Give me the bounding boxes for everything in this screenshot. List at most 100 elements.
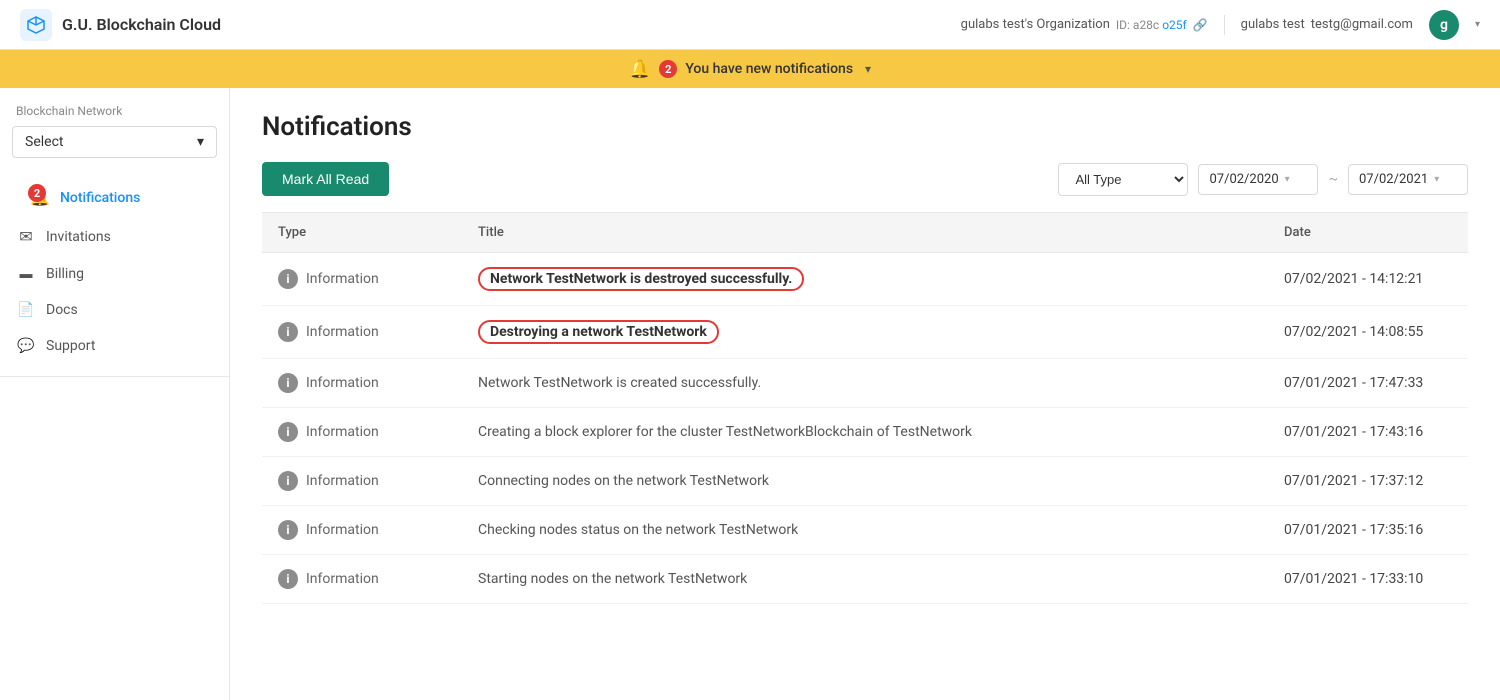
info-icon: i [278,322,298,342]
notification-title-highlighted: Destroying a network TestNetwork [478,320,719,344]
chevron-down-icon[interactable]: ▾ [1475,19,1480,30]
info-icon: i [278,569,298,589]
notification-title: Starting nodes on the network TestNetwor… [478,571,747,587]
info-icon: i [278,422,298,442]
user-name: gulabs test [1241,17,1305,32]
info-icon: i [278,471,298,491]
title-cell: Network TestNetwork is destroyed success… [462,253,1268,306]
title-cell: Checking nodes status on the network Tes… [462,506,1268,555]
toolbar-right: All Type 07/02/2020 ▾ ~ 07/02/2021 ▾ [1058,163,1468,196]
info-icon: i [278,269,298,289]
banner-chevron-icon[interactable]: ▾ [865,62,871,76]
type-cell: i Information [262,555,462,604]
date-cell: 07/01/2021 - 17:43:16 [1268,408,1468,457]
type-label: Information [306,571,379,587]
col-header-title: Title [462,213,1268,253]
page-title: Notifications [262,112,1468,142]
type-label: Information [306,375,379,391]
table-row: i Information Network TestNetwork is cre… [262,359,1468,408]
select-chevron-icon: ▾ [197,134,204,150]
type-filter-select[interactable]: All Type [1058,163,1188,196]
support-icon: 💬 [16,338,36,354]
sidebar-item-docs[interactable]: 📄 Docs [0,292,229,328]
table-row: i Information Network TestNetwork is des… [262,253,1468,306]
logo-icon [20,9,52,41]
title-cell: Creating a block explorer for the cluste… [462,408,1268,457]
title-cell: Network TestNetwork is created successfu… [462,359,1268,408]
type-cell: i Information [262,408,462,457]
type-cell: i Information [262,253,462,306]
mark-all-read-button[interactable]: Mark All Read [262,162,389,196]
header-right: gulabs test's Organization ID: a28c o25f… [961,10,1480,40]
type-cell: i Information [262,506,462,555]
org-name: gulabs test's Organization [961,17,1110,32]
date-to-input[interactable]: 07/02/2021 ▾ [1348,164,1468,195]
table-row: i Information Connecting nodes on the ne… [262,457,1468,506]
network-select[interactable]: Select ▾ [12,126,217,158]
org-id: ID: a28c o25f [1116,18,1187,32]
toolbar: Mark All Read All Type 07/02/2020 ▾ ~ 07… [262,162,1468,213]
date-cell: 07/02/2021 - 14:12:21 [1268,253,1468,306]
title-cell: Destroying a network TestNetwork [462,306,1268,359]
title-cell: Connecting nodes on the network TestNetw… [462,457,1268,506]
table-header-row: Type Title Date [262,213,1468,253]
type-cell: i Information [262,457,462,506]
type-label: Information [306,473,379,489]
info-icon: i [278,373,298,393]
date-separator: ~ [1328,171,1338,187]
date-chevron-icon: ▾ [1285,174,1290,185]
bell-icon: 🔔 [629,59,651,80]
header-left: G.U. Blockchain Cloud [20,9,221,41]
date-cell: 07/01/2021 - 17:47:33 [1268,359,1468,408]
col-header-type: Type [262,213,462,253]
notification-banner[interactable]: 🔔 2 You have new notifications ▾ [0,50,1500,88]
date-to-chevron-icon: ▾ [1434,174,1439,185]
sidebar-item-label: Notifications [60,190,140,206]
table-row: i Information Creating a block explorer … [262,408,1468,457]
notification-title: Creating a block explorer for the cluste… [478,424,972,440]
sidebar-item-invitations[interactable]: ✉ Invitations [0,217,229,256]
header: G.U. Blockchain Cloud gulabs test's Orga… [0,0,1500,50]
user-email: testg@gmail.com [1311,17,1413,32]
billing-icon: ▬ [16,266,36,282]
notification-count-badge: 2 [659,60,677,78]
sidebar-item-billing[interactable]: ▬ Billing [0,256,229,292]
date-cell: 07/02/2021 - 14:08:55 [1268,306,1468,359]
sidebar: Blockchain Network Select ▾ 2 🔔 Notifica… [0,88,230,700]
vertical-divider [1224,15,1225,35]
envelope-icon: ✉ [16,227,36,246]
type-label: Information [306,522,379,538]
sidebar-item-label: Invitations [46,229,111,245]
sidebar-item-label: Docs [46,302,78,318]
table-row: i Information Destroying a network TestN… [262,306,1468,359]
date-cell: 07/01/2021 - 17:37:12 [1268,457,1468,506]
sidebar-item-support[interactable]: 💬 Support [0,328,229,364]
bell-wrap: 🔔 [629,59,651,80]
main-content: Notifications Mark All Read All Type 07/… [230,88,1500,700]
avatar[interactable]: g [1429,10,1459,40]
network-label: Blockchain Network [0,104,229,118]
date-cell: 07/01/2021 - 17:33:10 [1268,555,1468,604]
table-row: i Information Checking nodes status on t… [262,506,1468,555]
user-info: gulabs test testg@gmail.com [1241,17,1413,32]
type-label: Information [306,271,379,287]
notification-title: Connecting nodes on the network TestNetw… [478,473,769,489]
info-icon: i [278,520,298,540]
link-icon[interactable]: 🔗 [1193,18,1208,32]
title-cell: Starting nodes on the network TestNetwor… [462,555,1268,604]
sidebar-item-notifications[interactable]: 2 🔔 Notifications [0,178,229,217]
notification-title: Network TestNetwork is created successfu… [478,375,761,391]
type-label: Information [306,424,379,440]
notification-title-highlighted: Network TestNetwork is destroyed success… [478,267,804,291]
table-row: i Information Starting nodes on the netw… [262,555,1468,604]
type-cell: i Information [262,306,462,359]
org-info: gulabs test's Organization ID: a28c o25f… [961,17,1208,32]
sidebar-item-label: Billing [46,266,84,282]
col-header-date: Date [1268,213,1468,253]
sidebar-divider [0,376,229,377]
date-from-input[interactable]: 07/02/2020 ▾ [1198,164,1318,195]
date-cell: 07/01/2021 - 17:35:16 [1268,506,1468,555]
type-label: Information [306,324,379,340]
notifications-badge: 2 [28,184,46,202]
sidebar-item-label: Support [46,338,95,354]
